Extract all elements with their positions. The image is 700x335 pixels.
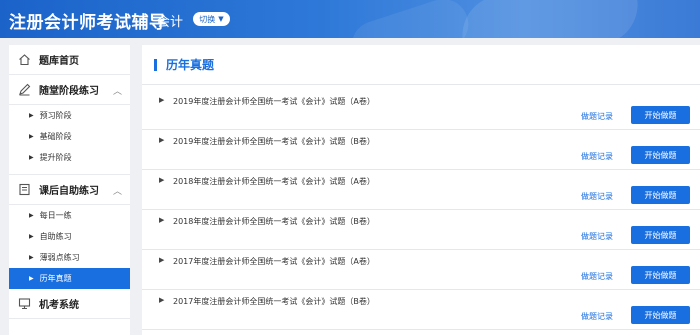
start-button[interactable]: 开始做题 — [631, 306, 690, 324]
sidebar-section-label: 随堂阶段练习 — [39, 86, 99, 97]
triangle-right-icon: ▶ — [29, 233, 34, 240]
divider — [9, 168, 130, 175]
header-decoration — [452, 0, 648, 38]
chevron-up-icon[interactable]: ︿ — [113, 84, 122, 97]
triangle-right-icon: ▶ — [29, 133, 34, 140]
paper-title: 2017年度注册会计师全国统一考试《会计》试题（A卷） — [173, 257, 375, 266]
triangle-right-icon[interactable]: ▶ — [159, 256, 164, 264]
paper-row[interactable]: ▶ 2018年度注册会计师全国统一考试《会计》试题（A卷） 做题记录 开始做题 — [142, 170, 700, 210]
home-icon — [17, 53, 31, 67]
page-title: 历年真题 — [166, 58, 215, 72]
sidebar-item-exam-system[interactable]: 机考系统 — [9, 289, 130, 319]
subject-label: 会计 — [157, 15, 184, 30]
sidebar-section-label: 课后自助练习 — [39, 186, 99, 197]
triangle-right-icon: ▶ — [29, 212, 34, 219]
switch-button[interactable]: 切换 ▼ — [193, 12, 230, 26]
record-link[interactable]: 做题记录 — [581, 271, 613, 282]
paper-title: 2018年度注册会计师全国统一考试《会计》试题（B卷） — [173, 217, 375, 226]
app-title: 注册会计师考试辅导 — [9, 13, 167, 33]
triangle-right-icon: ▶ — [29, 254, 34, 261]
switch-label: 切换 — [199, 14, 216, 24]
accent-bar — [154, 58, 157, 71]
triangle-right-icon: ▶ — [29, 275, 34, 282]
chevron-up-icon[interactable]: ︿ — [113, 184, 122, 197]
main-panel: 历年真题 ▶ 2019年度注册会计师全国统一考试《会计》试题（A卷） 做题记录 … — [142, 45, 700, 335]
sidebar-item-label: 题库首页 — [39, 56, 79, 67]
sidebar: 题库首页 随堂阶段练习 ︿ ▶ 预习阶段 ▶ 基础阶段 ▶ 提升阶段 课后自助练… — [9, 45, 130, 335]
start-button[interactable]: 开始做题 — [631, 266, 690, 284]
header-decoration — [345, 0, 475, 38]
triangle-right-icon[interactable]: ▶ — [159, 96, 164, 104]
record-link[interactable]: 做题记录 — [581, 111, 613, 122]
paper-row[interactable]: ▶ 2018年度注册会计师全国统一考试《会计》试题（B卷） 做题记录 开始做题 — [142, 210, 700, 250]
record-link[interactable]: 做题记录 — [581, 191, 613, 202]
sidebar-item-label: 机考系统 — [39, 300, 79, 311]
start-button[interactable]: 开始做题 — [631, 226, 690, 244]
paper-title: 2018年度注册会计师全国统一考试《会计》试题（A卷） — [173, 177, 375, 186]
sidebar-item-basic[interactable]: ▶ 基础阶段 — [9, 126, 130, 147]
paper-title: 2019年度注册会计师全国统一考试《会计》试题（A卷） — [173, 97, 375, 106]
computer-icon — [17, 297, 31, 311]
triangle-right-icon[interactable]: ▶ — [159, 296, 164, 304]
start-button[interactable]: 开始做题 — [631, 146, 690, 164]
sidebar-item-preview[interactable]: ▶ 预习阶段 — [9, 105, 130, 126]
start-button[interactable]: 开始做题 — [631, 106, 690, 124]
triangle-right-icon: ▶ — [29, 112, 34, 119]
triangle-right-icon: ▶ — [29, 154, 34, 161]
chevron-down-icon: ▼ — [218, 14, 224, 23]
section-header: 历年真题 — [142, 45, 700, 85]
record-link[interactable]: 做题记录 — [581, 231, 613, 242]
record-link[interactable]: 做题记录 — [581, 311, 613, 322]
paper-row[interactable]: ▶ 2017年度注册会计师全国统一考试《会计》试题（B卷） 做题记录 开始做题 — [142, 290, 700, 330]
sidebar-item-label: 基础阶段 — [39, 132, 72, 141]
paper-title: 2019年度注册会计师全国统一考试《会计》试题（B卷） — [173, 137, 375, 146]
start-button[interactable]: 开始做题 — [631, 186, 690, 204]
triangle-right-icon[interactable]: ▶ — [159, 176, 164, 184]
sidebar-item-weak-points[interactable]: ▶ 薄弱点练习 — [9, 247, 130, 268]
top-header: 注册会计师考试辅导 会计 切换 ▼ — [0, 0, 700, 38]
sidebar-item-label: 提升阶段 — [39, 153, 72, 162]
paper-row[interactable]: ▶ 2019年度注册会计师全国统一考试《会计》试题（B卷） 做题记录 开始做题 — [142, 130, 700, 170]
sidebar-item-label: 历年真题 — [39, 274, 72, 283]
triangle-right-icon[interactable]: ▶ — [159, 216, 164, 224]
sidebar-item-daily[interactable]: ▶ 每日一练 — [9, 205, 130, 226]
paper-row[interactable]: ▶ 2019年度注册会计师全国统一考试《会计》试题（A卷） 做题记录 开始做题 — [142, 90, 700, 130]
sidebar-item-self[interactable]: ▶ 自助练习 — [9, 226, 130, 247]
pen-icon — [17, 83, 31, 97]
sidebar-section-classroom[interactable]: 随堂阶段练习 ︿ — [9, 75, 130, 105]
sidebar-item-label: 自助练习 — [39, 232, 72, 241]
sidebar-item-label: 每日一练 — [39, 211, 72, 220]
sidebar-item-label: 预习阶段 — [39, 111, 72, 120]
paper-title: 2017年度注册会计师全国统一考试《会计》试题（B卷） — [173, 297, 375, 306]
book-icon — [17, 183, 31, 197]
sidebar-item-label: 薄弱点练习 — [39, 253, 80, 262]
record-link[interactable]: 做题记录 — [581, 151, 613, 162]
sidebar-section-self-practice[interactable]: 课后自助练习 ︿ — [9, 175, 130, 205]
sidebar-item-past-papers[interactable]: ▶ 历年真题 — [9, 268, 130, 289]
paper-row[interactable]: ▶ 2017年度注册会计师全国统一考试《会计》试题（A卷） 做题记录 开始做题 — [142, 250, 700, 290]
triangle-right-icon[interactable]: ▶ — [159, 136, 164, 144]
sidebar-item-advanced[interactable]: ▶ 提升阶段 — [9, 147, 130, 168]
sidebar-item-home[interactable]: 题库首页 — [9, 45, 130, 75]
